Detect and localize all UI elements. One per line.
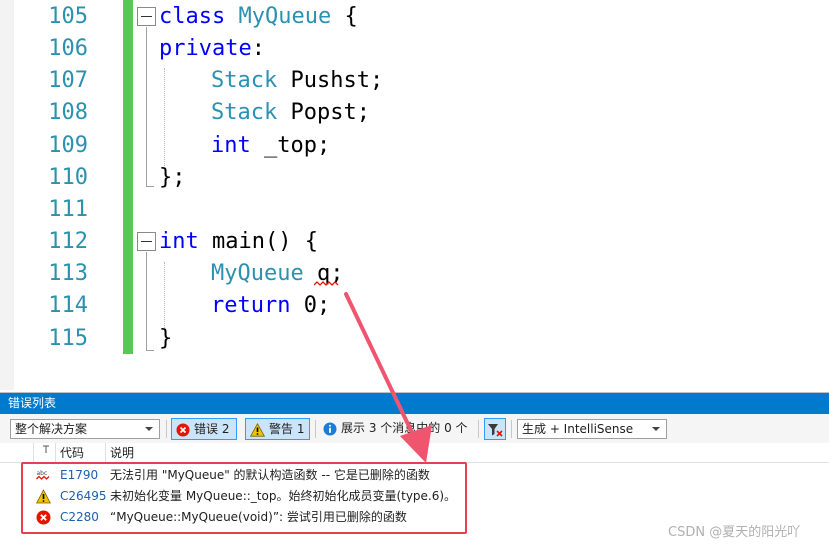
grid-header: 代码 说明 (0, 443, 829, 463)
fold-guide (146, 252, 147, 350)
member-decl: Pushst; (290, 68, 384, 93)
function-signature: main() (212, 229, 292, 254)
change-tracking-bar (123, 0, 133, 354)
keyword: class (159, 4, 226, 29)
member-decl: Popst; (290, 100, 370, 125)
class-name: MyQueue (238, 4, 332, 29)
closing-brace: }; (159, 165, 186, 190)
toolbar-separator (315, 420, 316, 438)
closing-brace: } (159, 326, 173, 351)
toolbar-separator (478, 420, 479, 438)
indent-guide (164, 262, 165, 328)
return-value: 0; (303, 293, 331, 318)
messages-filter-button[interactable]: 展示 3 个消息中的 0 个 (319, 418, 475, 440)
highlight-box (21, 462, 467, 534)
clear-filter-button[interactable] (484, 418, 506, 440)
type-name: MyQueue (211, 261, 304, 286)
build-filter-dropdown[interactable]: 生成 + IntelliSense (517, 419, 667, 439)
build-filter-value: 生成 + IntelliSense (522, 422, 634, 436)
error-squiggle[interactable] (314, 281, 340, 287)
column-header-description[interactable]: 说明 (106, 443, 829, 463)
chevron-down-icon (145, 427, 153, 431)
scope-dropdown[interactable]: 整个解决方案 (10, 419, 160, 439)
type-name: Stack (211, 68, 278, 93)
brace: { (304, 229, 318, 254)
line-number: 105 (48, 4, 88, 29)
toolbar-separator (511, 420, 512, 438)
line-number: 106 (48, 36, 88, 61)
line-number: 107 (48, 68, 88, 93)
code-line-109[interactable]: int _top; (211, 130, 330, 162)
collapse-main-icon[interactable] (137, 232, 156, 251)
code-line-110[interactable]: }; (159, 162, 186, 194)
error-list-toolbar: 整个解决方案 错误 2 警告 1 展示 3 个消息中的 0 个 生成 + Int… (0, 414, 829, 443)
line-number: 108 (48, 100, 88, 125)
code-line-106[interactable]: private: (159, 33, 265, 65)
code-line-114[interactable]: return 0; (211, 290, 330, 322)
panel-title[interactable]: 错误列表 (0, 393, 829, 414)
keyword: private (159, 36, 252, 61)
code-line-112[interactable]: int main() { (159, 226, 318, 258)
fold-guide (146, 27, 147, 186)
line-number: 113 (48, 261, 88, 286)
type-name: Stack (211, 100, 278, 125)
indent-guide (164, 68, 165, 166)
error-icon (176, 423, 190, 436)
code-line-115[interactable]: } (159, 323, 172, 355)
column-header-code[interactable]: 代码 (56, 443, 106, 463)
fold-end (146, 350, 154, 351)
messages-count-label: 展示 3 个消息中的 0 个 (341, 421, 468, 435)
column-header-category[interactable] (0, 443, 34, 463)
code-line-107[interactable]: Stack Pushst; (211, 65, 383, 97)
member-decl: _top; (264, 133, 331, 158)
errors-count-label: 错误 2 (194, 422, 230, 436)
column-header-icon[interactable] (34, 443, 56, 463)
warnings-filter-button[interactable]: 警告 1 (245, 418, 310, 440)
errors-filter-button[interactable]: 错误 2 (171, 418, 237, 440)
filter-icon (488, 423, 503, 437)
warning-icon (250, 422, 265, 437)
keyword: int (211, 133, 251, 158)
keyword: int (159, 229, 199, 254)
colon: : (251, 36, 265, 61)
line-number: 111 (48, 197, 88, 222)
chevron-down-icon (652, 427, 660, 431)
line-number: 115 (48, 326, 88, 351)
warnings-count-label: 警告 1 (269, 422, 305, 436)
line-number: 110 (48, 165, 88, 190)
watermark: CSDN @夏天的阳光吖 (668, 525, 801, 540)
brace: { (344, 4, 358, 29)
keyword: return (211, 293, 291, 318)
info-icon (323, 422, 337, 435)
collapse-class-icon[interactable] (137, 7, 156, 26)
editor-gutter (0, 0, 14, 390)
code-line-108[interactable]: Stack Popst; (211, 97, 370, 129)
line-number: 114 (48, 293, 88, 318)
line-number: 109 (48, 133, 88, 158)
code-line-105[interactable]: class MyQueue { (159, 1, 358, 33)
toolbar-separator (166, 420, 167, 438)
scope-value: 整个解决方案 (15, 422, 88, 436)
sort-icon (43, 445, 49, 453)
code-editor[interactable]: 105 106 107 108 109 110 111 112 113 114 … (0, 0, 829, 390)
line-number: 112 (48, 229, 88, 254)
fold-end (146, 186, 154, 187)
